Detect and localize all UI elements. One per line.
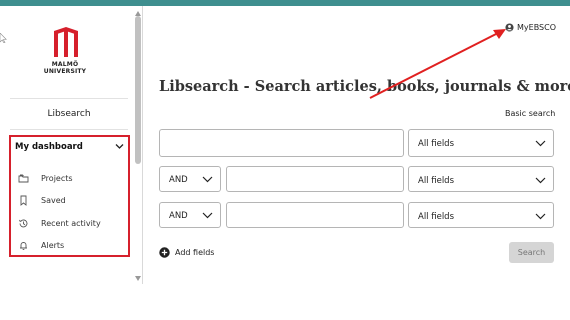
plus-circle-icon (159, 247, 170, 258)
sidebar-divider (10, 98, 128, 99)
sidebar-scrollbar[interactable] (133, 6, 143, 284)
annotation-arrow-icon (369, 29, 506, 99)
basic-search-link[interactable]: Basic search (505, 109, 555, 118)
chevron-down-icon (202, 176, 213, 183)
logo-text-line2: UNIVERSITY (43, 68, 87, 75)
add-fields-button[interactable]: Add fields (159, 247, 214, 258)
field-select-value: All fields (418, 212, 455, 222)
sidebar-item-libsearch[interactable]: Libsearch (10, 109, 128, 119)
chevron-down-icon (535, 177, 546, 184)
field-select-value: All fields (418, 139, 455, 149)
bookmark-icon (20, 195, 27, 206)
sidebar-item-saved[interactable]: Saved (18, 193, 126, 207)
field-select-value: All fields (418, 176, 455, 186)
chevron-down-icon (535, 213, 546, 220)
sidebar-item-label: Saved (41, 195, 66, 205)
bell-icon (20, 241, 27, 250)
myebsco-account-link[interactable]: MyEBSCO (505, 23, 556, 32)
malmo-university-logo-icon (54, 27, 78, 57)
chevron-down-icon[interactable] (115, 143, 124, 150)
mouse-cursor-icon (0, 33, 7, 43)
field-select-1[interactable]: All fields (408, 129, 554, 157)
search-term-input-3[interactable] (226, 202, 404, 228)
chevron-down-icon (202, 212, 213, 219)
search-button[interactable]: Search (509, 242, 554, 263)
logo-text-line1: MALMÖ (51, 61, 79, 68)
scrollbar-thumb[interactable] (135, 16, 141, 164)
folders-icon (18, 174, 29, 182)
dashboard-toggle-label[interactable]: My dashboard (15, 142, 83, 152)
add-fields-label: Add fields (175, 248, 215, 257)
operator-value: AND (169, 175, 188, 185)
sidebar-item-alerts[interactable]: Alerts (18, 238, 126, 252)
field-select-2[interactable]: All fields (408, 166, 554, 192)
sidebar-item-label: Recent activity (41, 218, 101, 228)
scroll-down-arrow-icon[interactable] (135, 276, 141, 281)
sidebar-item-projects[interactable]: Projects (18, 171, 126, 185)
boolean-operator-select-2[interactable]: AND (159, 166, 221, 192)
search-term-input-1[interactable] (159, 129, 404, 157)
chevron-down-icon (535, 140, 546, 147)
sidebar-divider (10, 129, 128, 130)
myebsco-label: MyEBSCO (517, 23, 556, 32)
field-select-3[interactable]: All fields (408, 202, 554, 228)
sidebar-item-recent-activity[interactable]: Recent activity (18, 216, 126, 230)
sidebar-item-label: Projects (41, 173, 73, 183)
boolean-operator-select-3[interactable]: AND (159, 202, 221, 228)
sidebar-item-label: Alerts (41, 240, 65, 250)
operator-value: AND (169, 211, 188, 221)
search-term-input-2[interactable] (226, 166, 404, 192)
history-icon (19, 219, 28, 227)
search-button-label: Search (517, 248, 546, 257)
